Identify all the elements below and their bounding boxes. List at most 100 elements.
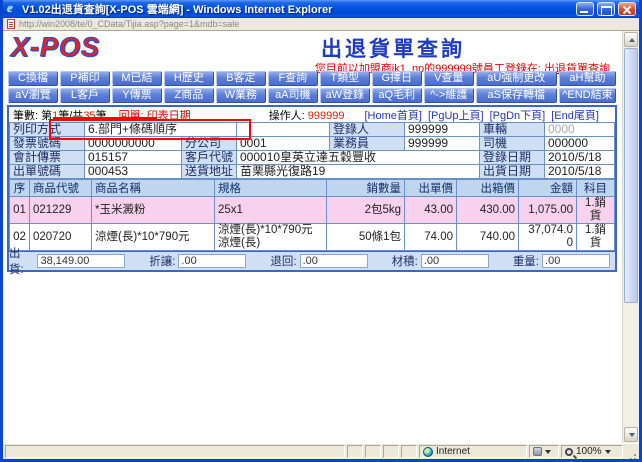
resize-grip[interactable] xyxy=(625,445,638,458)
print-mode-label: 列印方式 xyxy=(9,122,85,137)
status-segment xyxy=(365,445,381,458)
nav-end-link[interactable]: [End尾頁] xyxy=(551,107,599,123)
zoom-control[interactable]: 100% xyxy=(561,445,623,458)
chevron-down-icon xyxy=(545,449,551,454)
invoice-no-field[interactable]: 0000000000 xyxy=(84,136,182,151)
toolbar-button-aH[interactable]: aH幫助 xyxy=(558,71,617,86)
toolbar-button-M[interactable]: M已結 xyxy=(111,71,162,86)
total-weight: 重量: .00 xyxy=(494,253,615,269)
pager-links: [Home首頁] [PgUp上頁] [PgDn下頁] [End尾頁] xyxy=(364,107,598,123)
registrant-label: 登錄人 xyxy=(329,122,405,137)
order-no-field[interactable]: 000453 xyxy=(84,164,182,179)
total-discount-field[interactable]: .00 xyxy=(178,254,247,268)
toolbar-button-T[interactable]: T類型 xyxy=(319,71,370,86)
col-name: 商品名稱 xyxy=(91,179,215,197)
toolbar-button-end[interactable]: ^END結束 xyxy=(558,88,617,103)
col-unit-price: 出單價 xyxy=(404,179,457,197)
col-spec: 規格 xyxy=(214,179,327,197)
col-account: 科目 xyxy=(576,179,615,197)
total-volume-field[interactable]: .00 xyxy=(420,254,489,268)
toolbar: C換檔 P補印 M已結 H歷史 B客定 F查詢 T類型 G擇日 V查量 aU強制… xyxy=(8,71,617,103)
item-name: *玉米澱粉 xyxy=(91,196,215,224)
total-return: 退回: .00 xyxy=(251,253,372,269)
record-frame: 筆數: 第1筆/共35筆 回單: 印表日期 操作人: 999999 [Home首頁… xyxy=(7,105,617,276)
total-ship: 出貨: 38,149.00 xyxy=(9,245,130,277)
branch-field[interactable]: 0001 xyxy=(236,136,330,151)
col-seq: 序 xyxy=(9,179,30,197)
toolbar-button-aA[interactable]: aA司機 xyxy=(267,88,318,103)
toolbar-button-aQ[interactable]: aQ毛利 xyxy=(371,88,422,103)
ship-date-field[interactable]: 2010/5/18 xyxy=(544,164,615,179)
toolbar-button-G[interactable]: G擇日 xyxy=(371,71,422,86)
close-button[interactable] xyxy=(618,2,636,16)
globe-icon xyxy=(423,446,433,457)
toolbar-button-Z[interactable]: Z商品 xyxy=(163,88,214,103)
status-tool-segment[interactable] xyxy=(529,445,559,458)
col-code: 商品代號 xyxy=(29,179,92,197)
toolbar-button-V[interactable]: V查量 xyxy=(423,71,474,86)
toolbar-button-maintain[interactable]: ^->維護 xyxy=(423,88,474,103)
toolbar-button-F[interactable]: F查詢 xyxy=(267,71,318,86)
toolbar-button-H[interactable]: H歷史 xyxy=(163,71,214,86)
totals-bar: 出貨: 38,149.00 折讓: .00 退回: .00 材積: .00 重量: .00 xyxy=(9,248,615,276)
toolbar-row-1: C換檔 P補印 M已結 H歷史 B客定 F查詢 T類型 G擇日 V查量 aU強制… xyxy=(8,71,617,86)
item-seq: 01 xyxy=(9,196,30,224)
address-field[interactable]: 苗栗縣光復路19 xyxy=(236,164,480,179)
register-date-label: 登錄日期 xyxy=(479,150,545,165)
toolbar-button-Y[interactable]: Y傳票 xyxy=(111,88,162,103)
status-segment xyxy=(347,445,363,458)
total-return-field[interactable]: .00 xyxy=(299,254,368,268)
toolbar-button-W[interactable]: W業務 xyxy=(215,88,266,103)
total-ship-field[interactable]: 38,149.00 xyxy=(37,254,126,268)
register-date-field[interactable]: 2010/5/18 xyxy=(544,150,615,165)
toolbar-button-aV[interactable]: aV瀏覽 xyxy=(8,88,58,103)
toolbar-button-aS[interactable]: aS保存轉檔 xyxy=(475,88,557,103)
item-account: 1.銷貨 xyxy=(576,196,615,224)
driver-field[interactable]: 000000 xyxy=(544,136,615,151)
total-discount: 折讓: .00 xyxy=(130,253,251,269)
customer-field[interactable]: 000010皇英立達五穀豐收 xyxy=(236,150,480,165)
internet-zone: Internet xyxy=(419,445,527,458)
protected-mode-icon xyxy=(533,447,542,456)
toolbar-button-C[interactable]: C換檔 xyxy=(8,71,58,86)
salesman-field[interactable]: 999999 xyxy=(404,136,480,151)
internet-zone-label: Internet xyxy=(436,446,470,457)
minimize-button[interactable] xyxy=(576,2,594,16)
total-return-label: 退回: xyxy=(270,256,297,268)
registrant-field[interactable]: 999999 xyxy=(404,122,480,137)
toolbar-button-L[interactable]: L客戶 xyxy=(59,88,110,103)
item-amount: 1,075.00 xyxy=(518,196,577,224)
toolbar-button-aU[interactable]: aU強制更改 xyxy=(475,71,557,86)
item-spec: 25x1 xyxy=(214,196,327,224)
total-ship-label: 出貨: xyxy=(9,248,24,276)
item-unit-price: 43.00 xyxy=(404,196,457,224)
print-mode-field[interactable]: 6.部門+條碼順序 xyxy=(84,122,237,137)
nav-pgup-link[interactable]: [PgUp上頁] xyxy=(428,107,484,123)
vertical-scrollbar[interactable] xyxy=(622,31,639,443)
item-row-1[interactable]: 01 021229 *玉米澱粉 25x1 2包5kg 43.00 430.00 … xyxy=(9,196,615,224)
order-no-label: 出單號碼 xyxy=(9,164,85,179)
nav-pgdn-link[interactable]: [PgDn下頁] xyxy=(490,107,546,123)
zoom-dropdown-arrow xyxy=(604,449,611,454)
record-counter: 筆數: 第1筆/共35筆 xyxy=(13,109,107,122)
total-weight-field[interactable]: .00 xyxy=(542,254,611,268)
scroll-up-button[interactable] xyxy=(624,32,638,47)
order-form: 列印方式 6.部門+條碼順序 登錄人 999999 車輛 0000 發票號碼 0… xyxy=(9,122,615,179)
toolbar-button-B[interactable]: B客定 xyxy=(215,71,266,86)
item-code: 021229 xyxy=(29,196,92,224)
maximize-button[interactable] xyxy=(597,2,615,16)
toolbar-button-aW[interactable]: aW登錄 xyxy=(319,88,370,103)
print-note: 回單: 印表日期 xyxy=(118,109,191,122)
status-message-zone xyxy=(5,445,345,458)
nav-home-link[interactable]: [Home首頁] xyxy=(364,107,421,123)
address-label: 送貨地址 xyxy=(181,164,237,179)
item-box-price: 430.00 xyxy=(456,196,519,224)
salesman-label: 業務員 xyxy=(329,136,405,151)
scroll-down-button[interactable] xyxy=(624,427,638,442)
voucher-field[interactable]: 015157 xyxy=(84,150,182,165)
page-title: 出退貨單查詢 xyxy=(321,37,465,61)
xpos-logo: X-POS xyxy=(10,32,101,63)
toolbar-button-P[interactable]: P補印 xyxy=(59,71,110,86)
vehicle-field[interactable]: 0000 xyxy=(544,122,615,137)
scroll-thumb[interactable] xyxy=(624,48,638,304)
